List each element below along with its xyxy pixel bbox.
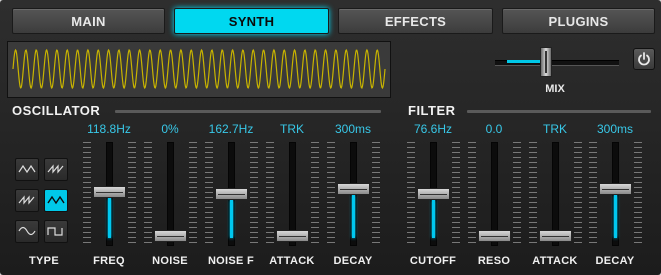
tab-plugins[interactable]: PLUGINS	[502, 8, 655, 34]
fader-ticks	[83, 142, 91, 246]
fader-ticks	[589, 142, 597, 246]
type-button-sine[interactable]	[15, 220, 39, 243]
tab-effects[interactable]: EFFECTS	[338, 8, 493, 34]
fader-knob[interactable]	[539, 230, 572, 242]
fader-ticks	[513, 142, 521, 246]
power-icon	[638, 52, 650, 66]
synth-panel: MAIN SYNTH EFFECTS PLUGINS MIX OSCILLATO…	[0, 0, 661, 275]
fader-knob[interactable]	[154, 230, 187, 242]
fader-knob[interactable]	[93, 186, 126, 198]
fader-ticks	[468, 142, 476, 246]
fader-fill	[614, 195, 617, 238]
type-button-saw-up[interactable]	[44, 158, 68, 181]
fader-fill	[432, 200, 435, 238]
type-button-triangle[interactable]	[15, 158, 39, 181]
fader-knob[interactable]	[417, 188, 450, 200]
triangle-wave-icon	[18, 164, 36, 174]
fader-ticks	[634, 142, 642, 246]
fader-value: 0%	[161, 122, 179, 136]
type-button-square[interactable]	[44, 220, 68, 243]
fader-ticks	[574, 142, 582, 246]
mix-label: MIX	[545, 83, 565, 95]
mix-fill	[507, 60, 540, 63]
fader-ticks	[529, 142, 537, 246]
oscillator-title: OSCILLATOR	[12, 103, 101, 118]
fader-ticks	[128, 142, 136, 246]
fader-ticks	[250, 142, 258, 246]
fader-knob[interactable]	[276, 230, 309, 242]
fader-value: 300ms	[334, 122, 372, 136]
fader-knob[interactable]	[215, 188, 248, 200]
fader-value: 118.8Hz	[87, 122, 131, 136]
fader-fill	[108, 198, 111, 238]
fader-ticks	[327, 142, 335, 246]
fader-knob[interactable]	[478, 230, 511, 242]
filter-title: FILTER	[408, 103, 456, 118]
fader-value: 0.0	[485, 122, 503, 136]
type-label: TYPE	[29, 255, 59, 267]
mix-slider[interactable]	[495, 47, 619, 77]
oscillator-divider	[115, 110, 381, 113]
square-wave-icon	[47, 227, 63, 236]
type-button-saw-down[interactable]	[15, 189, 39, 212]
triangle-saw-wave-icon	[47, 195, 65, 205]
fader-label: CUTOFF	[409, 255, 457, 267]
waveform-line	[12, 48, 386, 90]
fader-label: ATTACK	[532, 255, 578, 267]
fader-ticks	[311, 142, 319, 246]
fader-value: 76.6Hz	[413, 122, 453, 136]
waveform-graph	[12, 48, 386, 90]
fader-knob[interactable]	[599, 183, 632, 195]
fader-ticks	[372, 142, 380, 246]
fader-label: DECAY	[595, 255, 635, 267]
filter-divider	[467, 110, 651, 113]
fader-value: TRK	[543, 122, 567, 136]
fader-ticks	[266, 142, 274, 246]
saw-up-wave-icon	[47, 164, 64, 174]
fader-value: 300ms	[596, 122, 634, 136]
fader-label: FREQ	[93, 255, 125, 267]
fader-label: DECAY	[333, 255, 373, 267]
fader-label: NOISE F	[207, 255, 255, 267]
saw-down-wave-icon	[18, 195, 35, 205]
fader-knob[interactable]	[337, 183, 370, 195]
fader-label: NOISE	[152, 255, 188, 267]
waveform-display	[7, 41, 391, 98]
fader-label: RESO	[477, 255, 511, 267]
fader-ticks	[452, 142, 460, 246]
power-button[interactable]	[633, 48, 655, 70]
sine-wave-icon	[18, 226, 36, 236]
fader-value: 162.7Hz	[208, 122, 254, 136]
mix-knob[interactable]	[540, 47, 552, 77]
fader-fill	[352, 195, 355, 238]
fader-fill	[230, 200, 233, 238]
fader-label: ATTACK	[269, 255, 315, 267]
fader-ticks	[144, 142, 152, 246]
tab-synth[interactable]: SYNTH	[174, 8, 329, 34]
fader-ticks	[205, 142, 213, 246]
fader-value: TRK	[280, 122, 304, 136]
tab-main[interactable]: MAIN	[12, 8, 165, 34]
type-button-triangle-saw[interactable]	[44, 189, 68, 212]
fader-ticks	[189, 142, 197, 246]
fader-ticks	[407, 142, 415, 246]
